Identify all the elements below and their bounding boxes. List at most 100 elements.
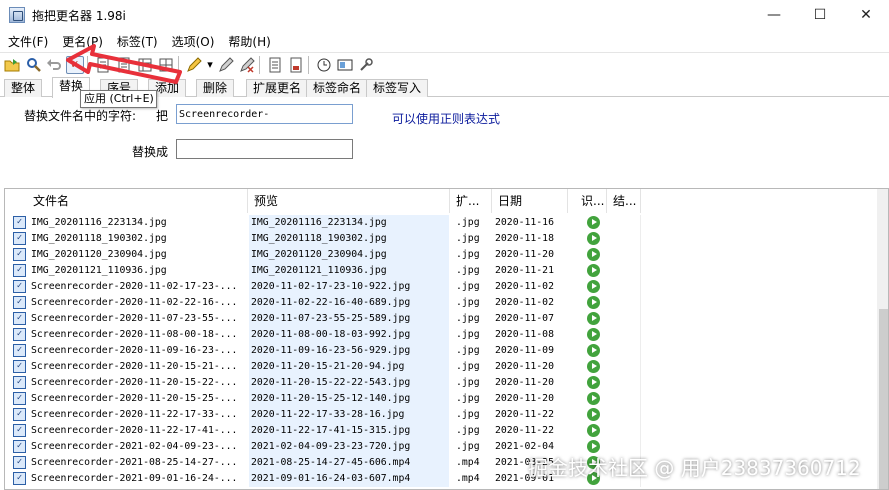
row-checkbox[interactable]: ✓ — [13, 216, 26, 229]
row-date: 2020-11-16 — [495, 217, 554, 228]
col-filename[interactable]: 文件名 — [27, 189, 248, 213]
search-icon[interactable] — [24, 56, 42, 74]
list-row[interactable]: ✓ Screenrecorder-2020-11-20-15-21-... 2020… — [5, 359, 875, 375]
row-checkbox[interactable]: ✓ — [13, 248, 26, 261]
list-row[interactable]: ✓ Screenrecorder-2020-11-08-00-18-... 2020… — [5, 327, 875, 343]
status-ok-icon — [587, 232, 600, 245]
row-checkbox[interactable]: ✓ — [13, 440, 26, 453]
list-row[interactable]: ✓ Screenrecorder-2020-11-22-17-41-... 2020… — [5, 423, 875, 439]
erase-icon[interactable] — [238, 56, 256, 74]
list-row[interactable]: ✓ Screenrecorder-2020-11-20-15-25-... 2020… — [5, 391, 875, 407]
col-result[interactable]: 结... — [607, 189, 641, 213]
close-button[interactable]: ✕ — [843, 0, 889, 30]
row-checkbox[interactable]: ✓ — [13, 360, 26, 373]
row-date: 2020-11-09 — [495, 345, 554, 356]
row-filename: Screenrecorder-2020-11-20-15-25-... — [31, 393, 238, 404]
menu-help[interactable]: 帮助(H) — [220, 33, 276, 50]
replace-label: 替换成 — [132, 145, 169, 159]
list-row[interactable]: ✓ Screenrecorder-2020-11-09-16-23-... 2020… — [5, 343, 875, 359]
tab-delete[interactable]: 删除 — [196, 79, 235, 97]
tab-overall[interactable]: 整体 — [4, 79, 43, 97]
tools-icon[interactable] — [357, 56, 375, 74]
row-checkbox[interactable]: ✓ — [13, 408, 26, 421]
row-filename: IMG_20201121_110936.jpg — [31, 265, 167, 276]
clock-icon[interactable] — [315, 56, 333, 74]
list-row[interactable]: ✓ IMG_20201120_230904.jpg IMG_20201120_230… — [5, 247, 875, 263]
row-extension: .jpg — [456, 329, 480, 340]
col-date[interactable]: 日期 — [492, 189, 568, 213]
row-result — [611, 231, 641, 247]
row-preview: 2020-11-07-23-55-25-589.jpg — [249, 311, 449, 327]
menu-file[interactable]: 文件(F) — [0, 33, 54, 50]
row-extension: .jpg — [456, 441, 480, 452]
status-ok-icon — [587, 344, 600, 357]
row-extension: .jpg — [456, 249, 480, 260]
maximize-button[interactable]: ☐ — [797, 0, 843, 30]
row-preview: 2020-11-02-17-23-10-922.jpg — [249, 279, 449, 295]
status-ok-icon — [587, 392, 600, 405]
list-row[interactable]: ✓ Screenrecorder-2020-11-02-17-23-... 2020… — [5, 279, 875, 295]
row-checkbox[interactable]: ✓ — [13, 280, 26, 293]
row-checkbox[interactable]: ✓ — [13, 296, 26, 309]
col-preview[interactable]: 预览 — [248, 189, 450, 213]
tab-tag-write[interactable]: 标签写入 — [366, 79, 429, 97]
list-row[interactable]: ✓ Screenrecorder-2020-11-22-17-33-... 2020… — [5, 407, 875, 423]
tab-extended-rename[interactable]: 扩展更名 — [246, 79, 309, 97]
open-folder-icon[interactable] — [3, 56, 21, 74]
row-result — [611, 391, 641, 407]
row-date: 2020-11-20 — [495, 377, 554, 388]
window-title: 拖把更名器 1.98i — [32, 8, 126, 23]
panel-icon[interactable] — [336, 56, 354, 74]
row-checkbox[interactable]: ✓ — [13, 376, 26, 389]
row-filename: IMG_20201118_190302.jpg — [31, 233, 167, 244]
row-checkbox[interactable]: ✓ — [13, 424, 26, 437]
toolbar-separator — [308, 55, 309, 74]
row-checkbox[interactable]: ✓ — [13, 392, 26, 405]
list-row[interactable]: ✓ Screenrecorder-2020-11-20-15-22-... 2020… — [5, 375, 875, 391]
row-extension: .jpg — [456, 377, 480, 388]
dropdown-arrow-icon[interactable]: ▾ — [206, 56, 214, 74]
row-extension: .jpg — [456, 361, 480, 372]
row-result — [611, 375, 641, 391]
row-filename: Screenrecorder-2020-11-08-00-18-... — [31, 329, 238, 340]
col-recognized[interactable]: 识... — [575, 189, 607, 213]
row-checkbox[interactable]: ✓ — [13, 344, 26, 357]
row-preview: 2020-11-22-17-41-15-315.jpg — [249, 423, 449, 439]
replace-input[interactable] — [176, 139, 353, 159]
list-row[interactable]: ✓ Screenrecorder-2020-11-02-22-16-... 2020… — [5, 295, 875, 311]
row-preview: 2020-11-20-15-21-20-94.jpg — [249, 359, 449, 375]
scroll-thumb[interactable] — [879, 309, 888, 489]
row-extension: .jpg — [456, 281, 480, 292]
list-row[interactable]: ✓ IMG_20201121_110936.jpg IMG_20201121_110… — [5, 263, 875, 279]
row-filename: Screenrecorder-2020-11-02-17-23-... — [31, 281, 238, 292]
row-checkbox[interactable]: ✓ — [13, 456, 26, 469]
row-checkbox[interactable]: ✓ — [13, 264, 26, 277]
export-icon[interactable] — [287, 56, 305, 74]
row-extension: .jpg — [456, 425, 480, 436]
tab-tag-naming[interactable]: 标签命名 — [306, 79, 369, 97]
row-extension: .jpg — [456, 217, 480, 228]
row-checkbox[interactable]: ✓ — [13, 328, 26, 341]
col-extension[interactable]: 扩... — [450, 189, 492, 213]
find-input[interactable] — [176, 104, 353, 124]
row-preview: IMG_20201118_190302.jpg — [249, 231, 449, 247]
list-view-icon[interactable] — [266, 56, 284, 74]
edit-pen-icon[interactable] — [217, 56, 235, 74]
list-row[interactable]: ✓ IMG_20201118_190302.jpg IMG_20201118_190… — [5, 231, 875, 247]
row-checkbox[interactable]: ✓ — [13, 232, 26, 245]
row-filename: IMG_20201120_230904.jpg — [31, 249, 167, 260]
row-preview: IMG_20201121_110936.jpg — [249, 263, 449, 279]
vertical-scrollbar[interactable] — [877, 189, 888, 489]
list-row[interactable]: ✓ IMG_20201116_223134.jpg IMG_20201116_223… — [5, 215, 875, 231]
row-filename: Screenrecorder-2021-02-04-09-23-... — [31, 441, 238, 452]
row-preview: IMG_20201120_230904.jpg — [249, 247, 449, 263]
list-row[interactable]: ✓ Screenrecorder-2020-11-07-23-55-... 2020… — [5, 311, 875, 327]
minimize-button[interactable]: — — [751, 0, 797, 30]
row-checkbox[interactable]: ✓ — [13, 312, 26, 325]
row-checkbox[interactable]: ✓ — [13, 472, 26, 485]
status-ok-icon — [587, 360, 600, 373]
status-ok-icon — [587, 216, 600, 229]
row-date: 2020-11-20 — [495, 361, 554, 372]
row-extension: .jpg — [456, 345, 480, 356]
row-preview: 2020-11-20-15-22-22-543.jpg — [249, 375, 449, 391]
